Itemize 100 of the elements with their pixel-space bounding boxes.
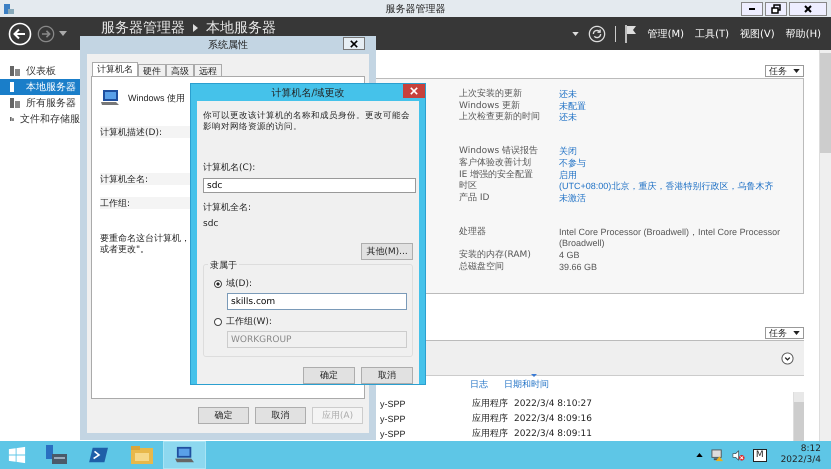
- tab[interactable]: 远程: [194, 64, 222, 76]
- dialog-button[interactable]: 确定: [198, 407, 249, 424]
- server-icon: [10, 114, 14, 124]
- clock[interactable]: 8:12 2022/3/4: [780, 444, 821, 466]
- input-method-indicator[interactable]: M: [752, 448, 767, 462]
- property-value[interactable]: 未配置: [559, 100, 586, 112]
- field-label: 计算机全名:: [100, 174, 148, 186]
- clock-time: 8:12: [800, 444, 821, 455]
- sidebar-item[interactable]: 所有服务器: [0, 95, 80, 111]
- expand-icon[interactable]: [781, 352, 794, 364]
- property-label: 时区: [459, 181, 478, 192]
- flag-icon[interactable]: [624, 24, 637, 42]
- clock-date: 2022/3/4: [780, 455, 821, 466]
- caret-icon: [793, 69, 800, 73]
- server-icon: [3, 2, 15, 14]
- menu-item[interactable]: 帮助(H): [786, 26, 821, 40]
- tasks-dropdown[interactable]: 任务: [765, 65, 804, 77]
- property-value[interactable]: 还未: [559, 89, 577, 101]
- property-value[interactable]: 未激活: [559, 192, 586, 205]
- table-cell: 2022/3/4 8:09:16: [514, 414, 592, 424]
- field-label: 工作组:: [100, 198, 130, 210]
- property-value[interactable]: 不参与: [559, 158, 586, 170]
- radio-label[interactable]: 域(D):: [226, 277, 252, 290]
- group-label: 隶属于: [208, 259, 239, 272]
- dropdown-icon[interactable]: [572, 32, 579, 36]
- field-label: 计算机描述(D):: [100, 126, 162, 138]
- show-hidden-icon[interactable]: [696, 453, 703, 457]
- property-value: 39.66 GB: [559, 262, 598, 274]
- more-button[interactable]: 其他(M)...: [361, 243, 413, 260]
- server-icon: [10, 98, 20, 108]
- property-label: 客户体验改善计划: [459, 158, 532, 170]
- sort-icon: [531, 374, 537, 376]
- property-label: Windows 错误报告: [459, 146, 540, 157]
- computer-app-icon[interactable]: [163, 441, 206, 469]
- computer-icon: [100, 89, 120, 107]
- property-label: Windows 更新: [459, 100, 522, 112]
- restore-icon: [771, 4, 781, 14]
- tasks-dropdown[interactable]: 任务: [765, 327, 804, 339]
- property-value: Intel Core Processor (Broadwell)，Intel Core Processor (Broadwell): [559, 226, 782, 250]
- dialog-button[interactable]: 取消: [255, 407, 306, 424]
- network-icon[interactable]: [710, 448, 724, 462]
- table-cell-text: 应用程序: [472, 412, 509, 425]
- window-title: 服务器管理器: [386, 2, 446, 16]
- restore-button[interactable]: [765, 2, 787, 16]
- close-icon: [350, 40, 358, 48]
- property-label: IE 增强的安全配置: [459, 170, 534, 180]
- minimize-button[interactable]: [741, 2, 763, 16]
- property-label: 总磁盘空间: [459, 262, 505, 274]
- dropdown-icon[interactable]: [59, 31, 67, 36]
- chevron-icon: [193, 24, 198, 32]
- minimize-icon: [749, 8, 755, 10]
- input-field[interactable]: skills.com: [227, 293, 407, 310]
- tab[interactable]: 硬件: [138, 64, 166, 76]
- table-cell-text: y-SPP: [380, 414, 407, 424]
- tab[interactable]: 高级: [166, 64, 194, 76]
- tab[interactable]: 计算机名: [92, 62, 138, 76]
- property-label: 安装的内存(RAM): [459, 250, 532, 262]
- caret-icon: [793, 331, 800, 335]
- server-icon: [10, 66, 20, 76]
- property-value[interactable]: 关闭: [559, 146, 577, 158]
- column-header[interactable]: 日志: [470, 378, 504, 390]
- back-button[interactable]: [8, 22, 32, 46]
- forward-button[interactable]: [37, 24, 55, 42]
- computer-name-field[interactable]: sdc: [203, 178, 416, 193]
- sidebar-item[interactable]: 仪表板: [0, 63, 80, 79]
- close-icon: [410, 87, 418, 95]
- field-label: 计算机全名:: [203, 202, 252, 214]
- close-button[interactable]: [343, 37, 365, 50]
- column-header[interactable]: 日期和时间: [504, 378, 549, 390]
- table-cell: 2022/3/4 8:09:11: [514, 428, 592, 438]
- sidebar-item[interactable]: 文件和存储服: [0, 111, 80, 127]
- menu-item[interactable]: 视图(V): [740, 26, 775, 40]
- dialog-button[interactable]: 确定: [303, 367, 355, 384]
- table-cell-text: y-SPP: [380, 428, 407, 438]
- property-label: 处理器: [459, 226, 487, 238]
- instruction-text: 要重命名这台计算机，或者更改"。: [100, 234, 190, 256]
- close-button[interactable]: [789, 2, 827, 16]
- property-value[interactable]: 还未: [559, 112, 577, 124]
- table-cell: 2022/3/4 8:10:27: [514, 398, 592, 408]
- sidebar-item[interactable]: 本地服务器: [0, 79, 80, 95]
- property-value[interactable]: 启用: [559, 170, 577, 182]
- table-cell-text: 应用程序: [472, 428, 509, 440]
- breadcrumb-item: 本地服务器: [206, 19, 276, 37]
- property-label: 产品 ID: [459, 192, 490, 205]
- dialog-button[interactable]: 取消: [361, 367, 413, 384]
- dialog-title: 计算机名/域更改: [271, 86, 345, 100]
- menu-item[interactable]: 管理(M): [648, 26, 684, 40]
- radio-button[interactable]: [214, 280, 222, 288]
- table-cell-text: 应用程序: [472, 398, 509, 410]
- speaker-muted-icon[interactable]: [732, 448, 745, 462]
- menu-item[interactable]: 工具(T): [695, 26, 730, 40]
- breadcrumb-item[interactable]: 服务器管理器: [101, 19, 185, 37]
- scroll-bar[interactable]: [793, 392, 804, 441]
- scroll-bar[interactable]: [819, 50, 831, 441]
- property-value[interactable]: (UTC+08:00)北京，重庆，香港特别行政区，乌鲁木齐: [559, 181, 774, 193]
- computer-full-name: sdc: [203, 219, 220, 229]
- property-value: 4 GB: [559, 250, 580, 262]
- windows-logo-icon: [8, 446, 26, 464]
- close-icon: [803, 4, 813, 14]
- refresh-icon[interactable]: [588, 24, 606, 42]
